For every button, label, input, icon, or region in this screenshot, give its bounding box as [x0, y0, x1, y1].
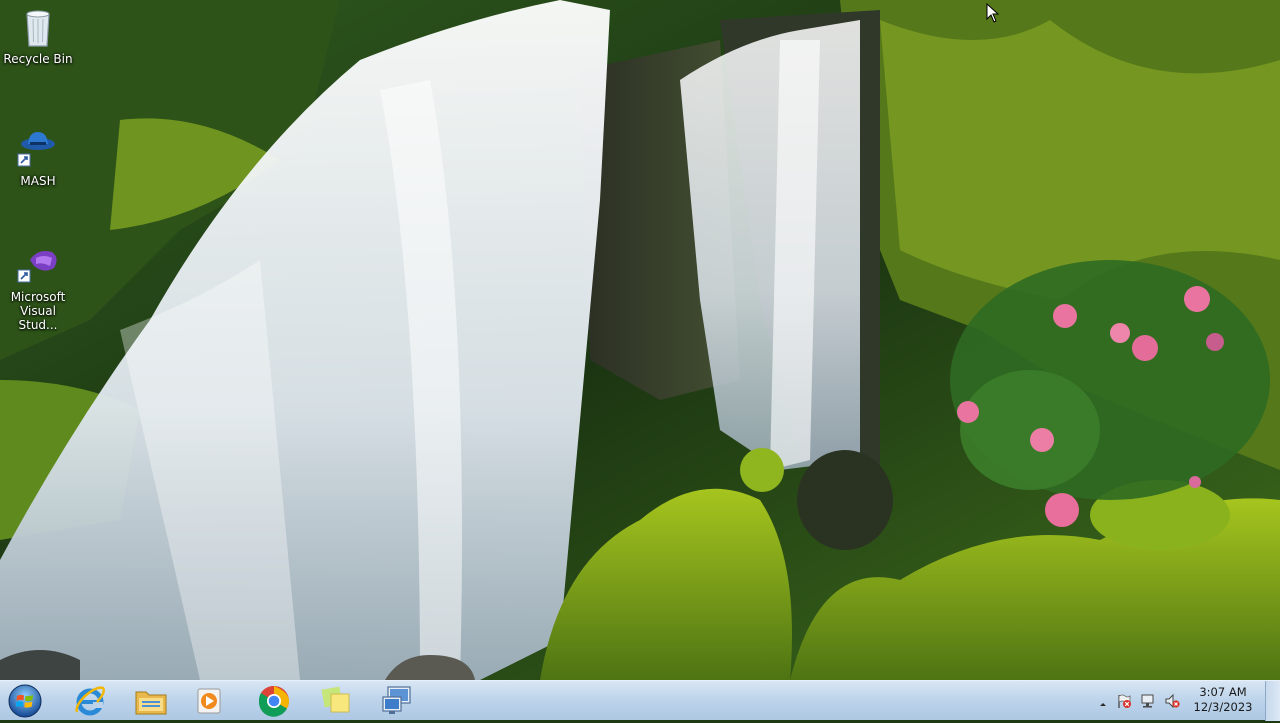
visual-studio-icon: [16, 244, 60, 288]
network-icon[interactable]: [1140, 693, 1156, 709]
show-hidden-icons-chevron-icon[interactable]: [1098, 694, 1108, 710]
desktop-icon-visual-studio[interactable]: Microsoft Visual Stud...: [0, 244, 76, 332]
taskbar-remote-desktop[interactable]: [369, 681, 425, 721]
remote-desktop-icon: [382, 686, 411, 714]
desktop-icon-recycle-bin[interactable]: Recycle Bin: [0, 6, 76, 66]
mouse-cursor-icon: [986, 3, 1000, 23]
folder-icon: [135, 691, 167, 715]
chrome-icon: [258, 685, 289, 717]
taskbar: 3:07 AM 12/3/2023: [0, 680, 1280, 721]
recycle-bin-icon: [16, 6, 60, 50]
desktop-icon-label: MASH: [20, 174, 56, 188]
taskbar-media-player[interactable]: [182, 681, 238, 721]
clock-date: 12/3/2023: [1193, 700, 1253, 714]
desktop-wallpaper: [0, 0, 1280, 680]
system-tray: 3:07 AM 12/3/2023: [1090, 681, 1280, 721]
mash-app-icon: [16, 128, 60, 172]
media-player-icon: [197, 688, 221, 714]
start-button[interactable]: [6, 683, 44, 719]
desktop-icon-label-line2: Visual Stud...: [18, 304, 58, 332]
show-desktop-button[interactable]: [1265, 681, 1280, 721]
volume-muted-icon[interactable]: [1164, 693, 1180, 709]
internet-explorer-icon: [75, 686, 105, 716]
taskbar-sticky-notes[interactable]: [308, 681, 364, 721]
sticky-notes-icon: [321, 686, 350, 713]
desktop-icon-mash[interactable]: MASH: [0, 128, 76, 188]
action-center-flag-icon[interactable]: [1116, 693, 1132, 709]
taskbar-internet-explorer[interactable]: [62, 681, 118, 721]
windows-start-orb-icon: [8, 684, 42, 718]
taskbar-file-explorer[interactable]: [123, 681, 179, 721]
taskbar-clock[interactable]: 3:07 AM 12/3/2023: [1188, 685, 1258, 715]
clock-time: 3:07 AM: [1199, 685, 1247, 699]
desktop-icon-label: Recycle Bin: [3, 52, 73, 66]
desktop-icon-label-line1: Microsoft: [10, 290, 66, 304]
taskbar-google-chrome[interactable]: [246, 681, 302, 721]
